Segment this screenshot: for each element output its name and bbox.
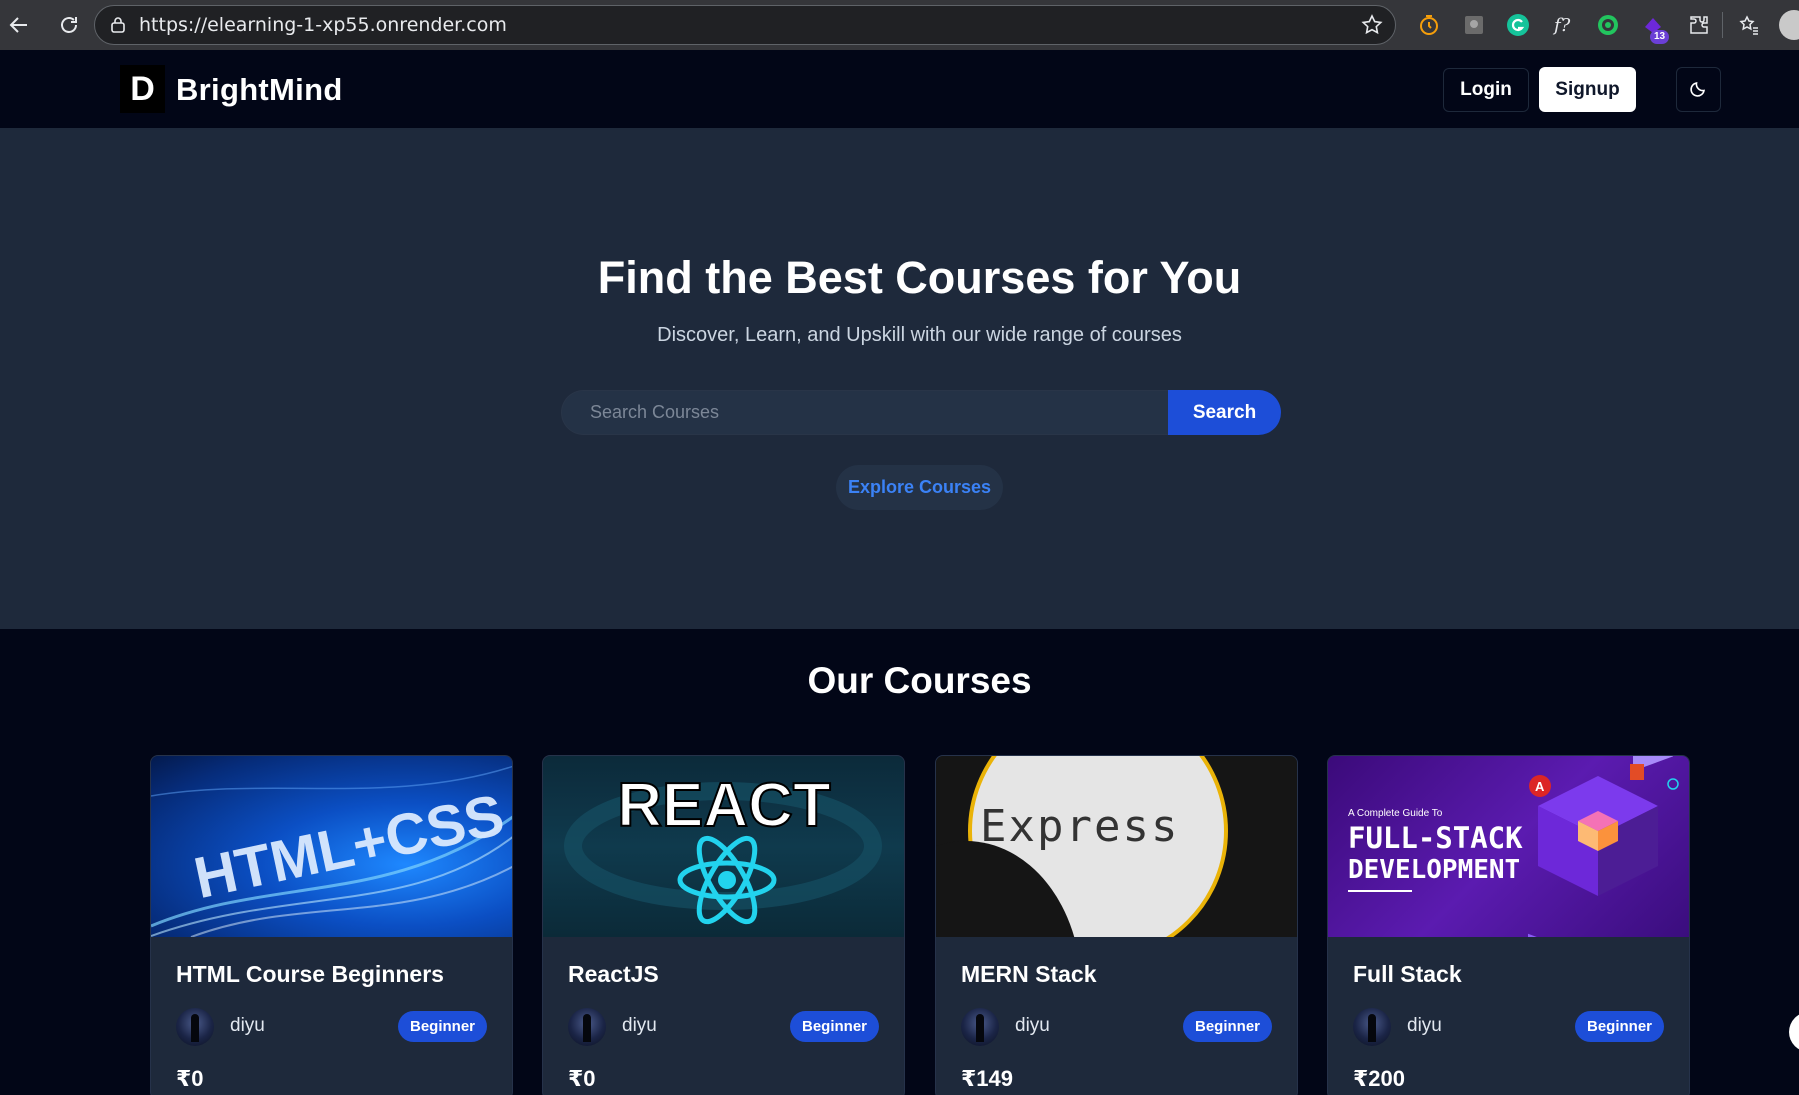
svg-text:A: A (1535, 779, 1545, 794)
extension-badge: 13 (1650, 30, 1670, 44)
search-button[interactable]: Search (1168, 390, 1281, 435)
course-card[interactable]: A Complete Guide To FULL-STACK DEVELOPME… (1327, 755, 1690, 1095)
address-bar[interactable]: https://elearning-1-xp55.onrender.com (94, 5, 1396, 45)
site-info-icon[interactable] (107, 14, 129, 36)
thumb-development-text: DEVELOPMENT (1348, 855, 1520, 885)
toolbar-divider (1722, 12, 1723, 38)
author-avatar (176, 1008, 214, 1046)
level-badge: Beginner (1574, 1011, 1664, 1042)
formula-extension-icon[interactable]: f? (1550, 12, 1576, 38)
author-name: diyu (1407, 1015, 1442, 1036)
level-badge: Beginner (1182, 1011, 1272, 1042)
course-price: ₹0 (176, 1066, 204, 1091)
course-thumbnail: REACT (543, 756, 904, 937)
course-title[interactable]: Full Stack (1353, 961, 1462, 988)
thumb-express-text: Express (980, 801, 1179, 852)
login-button[interactable]: Login (1443, 68, 1529, 112)
course-thumbnail: A Complete Guide To FULL-STACK DEVELOPME… (1328, 756, 1689, 937)
author-avatar (961, 1008, 999, 1046)
course-thumbnail: Express (936, 756, 1297, 937)
course-card[interactable]: HTML+CSS HTML Course Beginners diyu Begi… (150, 755, 513, 1095)
hero-section (0, 129, 1799, 629)
thumb-guide-text: A Complete Guide To (1348, 808, 1443, 819)
grammarly-icon[interactable] (1505, 12, 1531, 38)
search-input[interactable] (561, 390, 1168, 435)
author-name: diyu (230, 1015, 265, 1036)
timer-extension-icon[interactable] (1416, 12, 1442, 38)
course-title[interactable]: ReactJS (568, 961, 659, 988)
thumb-fullstack-text: FULL-STACK (1348, 821, 1523, 855)
author-avatar (1353, 1008, 1391, 1046)
brand-name[interactable]: BrightMind (176, 72, 343, 108)
image-extension-icon[interactable] (1461, 12, 1487, 38)
isometric-illustration-icon: A (1528, 756, 1679, 937)
moon-icon (1689, 79, 1708, 100)
search-bar: Search (561, 390, 1281, 435)
level-badge: Beginner (789, 1011, 879, 1042)
target-extension-icon[interactable] (1595, 12, 1621, 38)
puzzle-extensions-icon[interactable] (1686, 12, 1712, 38)
course-card[interactable]: REACT ReactJS diyu Beginner ₹0 (542, 755, 905, 1095)
courses-heading: Our Courses (807, 660, 1032, 701)
author-avatar (568, 1008, 606, 1046)
url-text[interactable]: https://elearning-1-xp55.onrender.com (139, 14, 507, 36)
hero-subtitle: Discover, Learn, and Upskill with our wi… (657, 324, 1182, 346)
react-logo-icon (677, 835, 777, 925)
floating-chat-button[interactable] (1789, 1012, 1799, 1052)
course-price: ₹0 (568, 1066, 596, 1091)
level-badge: Beginner (397, 1011, 487, 1042)
reload-icon[interactable] (58, 14, 80, 36)
course-price: ₹200 (1353, 1066, 1406, 1091)
reading-list-icon[interactable] (1736, 12, 1762, 38)
thumb-react-text: REACT (617, 771, 831, 840)
thumb-html-css-text: HTML+CSS (189, 782, 510, 911)
author-name: diyu (622, 1015, 657, 1036)
course-title[interactable]: MERN Stack (961, 961, 1096, 988)
theme-toggle-button[interactable] (1676, 67, 1721, 112)
svg-text:f?: f? (1552, 15, 1571, 36)
course-thumbnail: HTML+CSS (151, 756, 512, 937)
course-card[interactable]: Express MERN Stack diyu Beginner ₹149 (935, 755, 1298, 1095)
author-name: diyu (1015, 1015, 1050, 1036)
back-arrow-icon[interactable] (8, 14, 30, 36)
bookmark-star-icon[interactable] (1361, 14, 1383, 41)
signup-button[interactable]: Signup (1539, 67, 1636, 112)
explore-courses-button[interactable]: Explore Courses (836, 465, 1003, 510)
course-price: ₹149 (961, 1066, 1014, 1091)
logo[interactable]: D (120, 65, 165, 113)
course-title[interactable]: HTML Course Beginners (176, 961, 444, 988)
hero-title: Find the Best Courses for You (597, 252, 1242, 303)
